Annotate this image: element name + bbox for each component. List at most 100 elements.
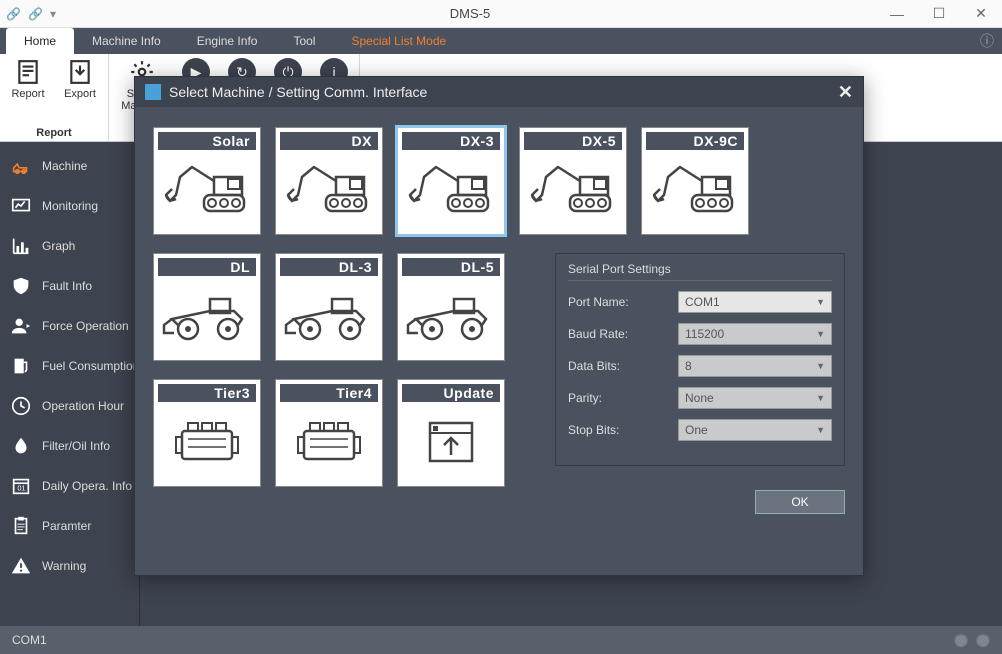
- sidebar-item-fuel-consumption[interactable]: Fuel Consumption: [0, 346, 139, 386]
- clipboard-icon: [10, 515, 32, 537]
- fuel-icon: [10, 355, 32, 377]
- machine-tile-dx-9c[interactable]: DX-9C: [641, 127, 749, 235]
- tab-machine-info[interactable]: Machine Info: [74, 28, 179, 54]
- chevron-down-icon: ▼: [816, 297, 825, 307]
- sidebar-item-label: Machine: [42, 159, 87, 173]
- settings-title: Serial Port Settings: [568, 262, 832, 281]
- titlebar: 🔗 🔗 ▾ DMS-5 — ☐ ✕: [0, 0, 1002, 28]
- sidebar-item-operation-hour[interactable]: Operation Hour: [0, 386, 139, 426]
- menubar: Home Machine Info Engine Info Tool Speci…: [0, 28, 1002, 54]
- sidebar-item-filter-oil-info[interactable]: Filter/Oil Info: [0, 426, 139, 466]
- link-icon: 🔗: [6, 7, 20, 21]
- machine-tile-tier3[interactable]: Tier3: [153, 379, 261, 487]
- loader-icon: [402, 276, 500, 356]
- sidebar-item-force-operation[interactable]: Force Operation: [0, 306, 139, 346]
- sidebar-item-label: Warning: [42, 559, 86, 573]
- tile-label: DL-5: [402, 258, 500, 276]
- window-title: DMS-5: [64, 6, 876, 21]
- export-label: Export: [64, 88, 96, 100]
- info-icon[interactable]: ⓘ: [980, 28, 994, 54]
- sidebar-item-label: Fuel Consumption: [42, 359, 139, 373]
- sidebar-item-graph[interactable]: Graph: [0, 226, 139, 266]
- sidebar-item-paramter[interactable]: Paramter: [0, 506, 139, 546]
- machine-tile-solar[interactable]: Solar: [153, 127, 261, 235]
- machine-tile-dl-5[interactable]: DL-5: [397, 253, 505, 361]
- status-led-2: [976, 633, 990, 647]
- sidebar-item-monitoring[interactable]: Monitoring: [0, 186, 139, 226]
- monitor-icon: [10, 195, 32, 217]
- report-label: Report: [11, 88, 44, 100]
- excavator-icon: [10, 155, 32, 177]
- chevron-down-icon: ▼: [816, 393, 825, 403]
- engine-icon: [280, 402, 378, 482]
- sidebar-item-label: Monitoring: [42, 199, 98, 213]
- shield-icon: [10, 275, 32, 297]
- ok-button[interactable]: OK: [755, 490, 845, 514]
- sidebar-item-warning[interactable]: Warning: [0, 546, 139, 586]
- export-icon: [66, 58, 94, 86]
- excavator-icon: [280, 150, 378, 230]
- tab-engine-info[interactable]: Engine Info: [179, 28, 276, 54]
- report-button[interactable]: Report: [8, 58, 48, 100]
- maximize-button[interactable]: ☐: [918, 0, 960, 28]
- port-name-label: Port Name:: [568, 295, 678, 309]
- machine-tile-update[interactable]: Update: [397, 379, 505, 487]
- baud-rate-value: 115200: [685, 327, 724, 341]
- tab-special-list[interactable]: Special List Mode: [333, 28, 464, 54]
- dialog-close-button[interactable]: ✕: [838, 82, 853, 103]
- close-button[interactable]: ✕: [960, 0, 1002, 28]
- excavator-icon: [158, 150, 256, 230]
- port-name-select[interactable]: COM1▼: [678, 291, 832, 313]
- serial-port-settings-panel: Serial Port Settings Port Name: COM1▼ Ba…: [555, 253, 845, 466]
- warning-icon: [10, 555, 32, 577]
- chevron-down-icon: ▼: [816, 425, 825, 435]
- report-icon: [14, 58, 42, 86]
- clock-icon: [10, 395, 32, 417]
- data-bits-value: 8: [685, 359, 692, 373]
- dropdown-icon[interactable]: ▾: [50, 7, 64, 21]
- machine-tile-dl[interactable]: DL: [153, 253, 261, 361]
- engine-icon: [158, 402, 256, 482]
- sidebar-item-machine[interactable]: Machine: [0, 146, 139, 186]
- tile-label: DX: [280, 132, 378, 150]
- chevron-down-icon: ▼: [816, 329, 825, 339]
- parity-label: Parity:: [568, 391, 678, 405]
- sidebar-item-label: Fault Info: [42, 279, 92, 293]
- machine-tile-tier4[interactable]: Tier4: [275, 379, 383, 487]
- parity-value: None: [685, 391, 714, 405]
- status-port: COM1: [12, 633, 47, 647]
- machine-tile-dl-3[interactable]: DL-3: [275, 253, 383, 361]
- update-icon: [402, 402, 500, 482]
- export-button[interactable]: Export: [60, 58, 100, 100]
- data-bits-select[interactable]: 8▼: [678, 355, 832, 377]
- select-machine-dialog: Select Machine / Setting Comm. Interface…: [134, 76, 864, 576]
- drop-icon: [10, 435, 32, 457]
- sidebar-item-label: Filter/Oil Info: [42, 439, 110, 453]
- machine-tile-dx[interactable]: DX: [275, 127, 383, 235]
- sidebar-item-daily-opera-info[interactable]: 01Daily Opera. Info: [0, 466, 139, 506]
- stop-bits-label: Stop Bits:: [568, 423, 678, 437]
- baud-rate-select[interactable]: 115200 ▼: [678, 323, 832, 345]
- sidebar-item-label: Paramter: [42, 519, 91, 533]
- stop-bits-value: One: [685, 423, 708, 437]
- tile-label: Tier4: [280, 384, 378, 402]
- tile-label: DX-5: [524, 132, 622, 150]
- tile-label: DX-3: [402, 132, 500, 150]
- tab-home[interactable]: Home: [6, 28, 74, 54]
- tab-tool[interactable]: Tool: [275, 28, 333, 54]
- tile-label: DL: [158, 258, 256, 276]
- stop-bits-select[interactable]: One ▼: [678, 419, 832, 441]
- ribbon-group-report: Report: [8, 127, 100, 141]
- tile-label: DX-9C: [646, 132, 744, 150]
- sidebar-item-fault-info[interactable]: Fault Info: [0, 266, 139, 306]
- machine-tile-dx-3[interactable]: DX-3: [397, 127, 505, 235]
- svg-text:01: 01: [17, 484, 25, 493]
- tile-label: Tier3: [158, 384, 256, 402]
- parity-select[interactable]: None ▼: [678, 387, 832, 409]
- loader-icon: [280, 276, 378, 356]
- user-icon: [10, 315, 32, 337]
- machine-tile-dx-5[interactable]: DX-5: [519, 127, 627, 235]
- excavator-icon: [402, 150, 500, 230]
- loader-icon: [158, 276, 256, 356]
- minimize-button[interactable]: —: [876, 0, 918, 28]
